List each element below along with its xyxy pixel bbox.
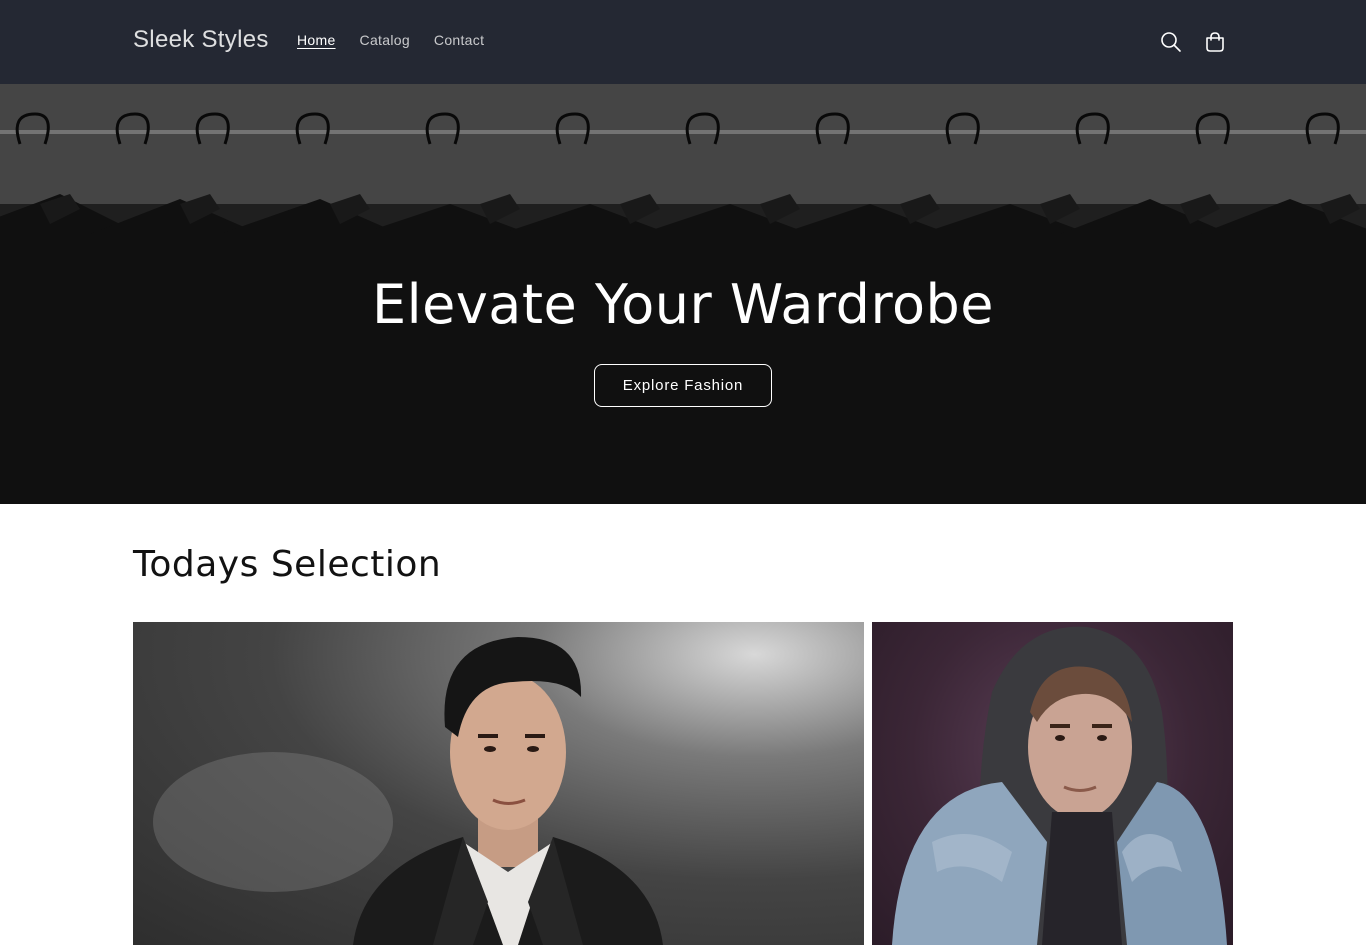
nav-link-home[interactable]: Home bbox=[297, 32, 336, 48]
nav-link-catalog[interactable]: Catalog bbox=[360, 32, 410, 48]
search-icon[interactable] bbox=[1157, 28, 1185, 56]
nav-link-contact[interactable]: Contact bbox=[434, 32, 484, 48]
featured-section-title: Todays Selection bbox=[133, 544, 442, 585]
hero-banner: Elevate Your Wardrobe Explore Fashion bbox=[0, 84, 1366, 504]
explore-fashion-button[interactable]: Explore Fashion bbox=[593, 364, 773, 407]
product-card[interactable] bbox=[872, 622, 1233, 945]
product-image-denim-hoodie bbox=[892, 626, 1227, 945]
product-image-leather-jacket bbox=[153, 637, 663, 945]
site-header: Sleek Styles Home Catalog Contact bbox=[0, 0, 1366, 84]
product-card[interactable] bbox=[133, 622, 864, 945]
cart-icon[interactable] bbox=[1201, 28, 1229, 56]
hero-content: Elevate Your Wardrobe Explore Fashion bbox=[0, 274, 1366, 407]
hero-title: Elevate Your Wardrobe bbox=[371, 273, 994, 336]
main-nav: Home Catalog Contact bbox=[297, 32, 508, 48]
brand-logo[interactable]: Sleek Styles bbox=[133, 26, 269, 54]
